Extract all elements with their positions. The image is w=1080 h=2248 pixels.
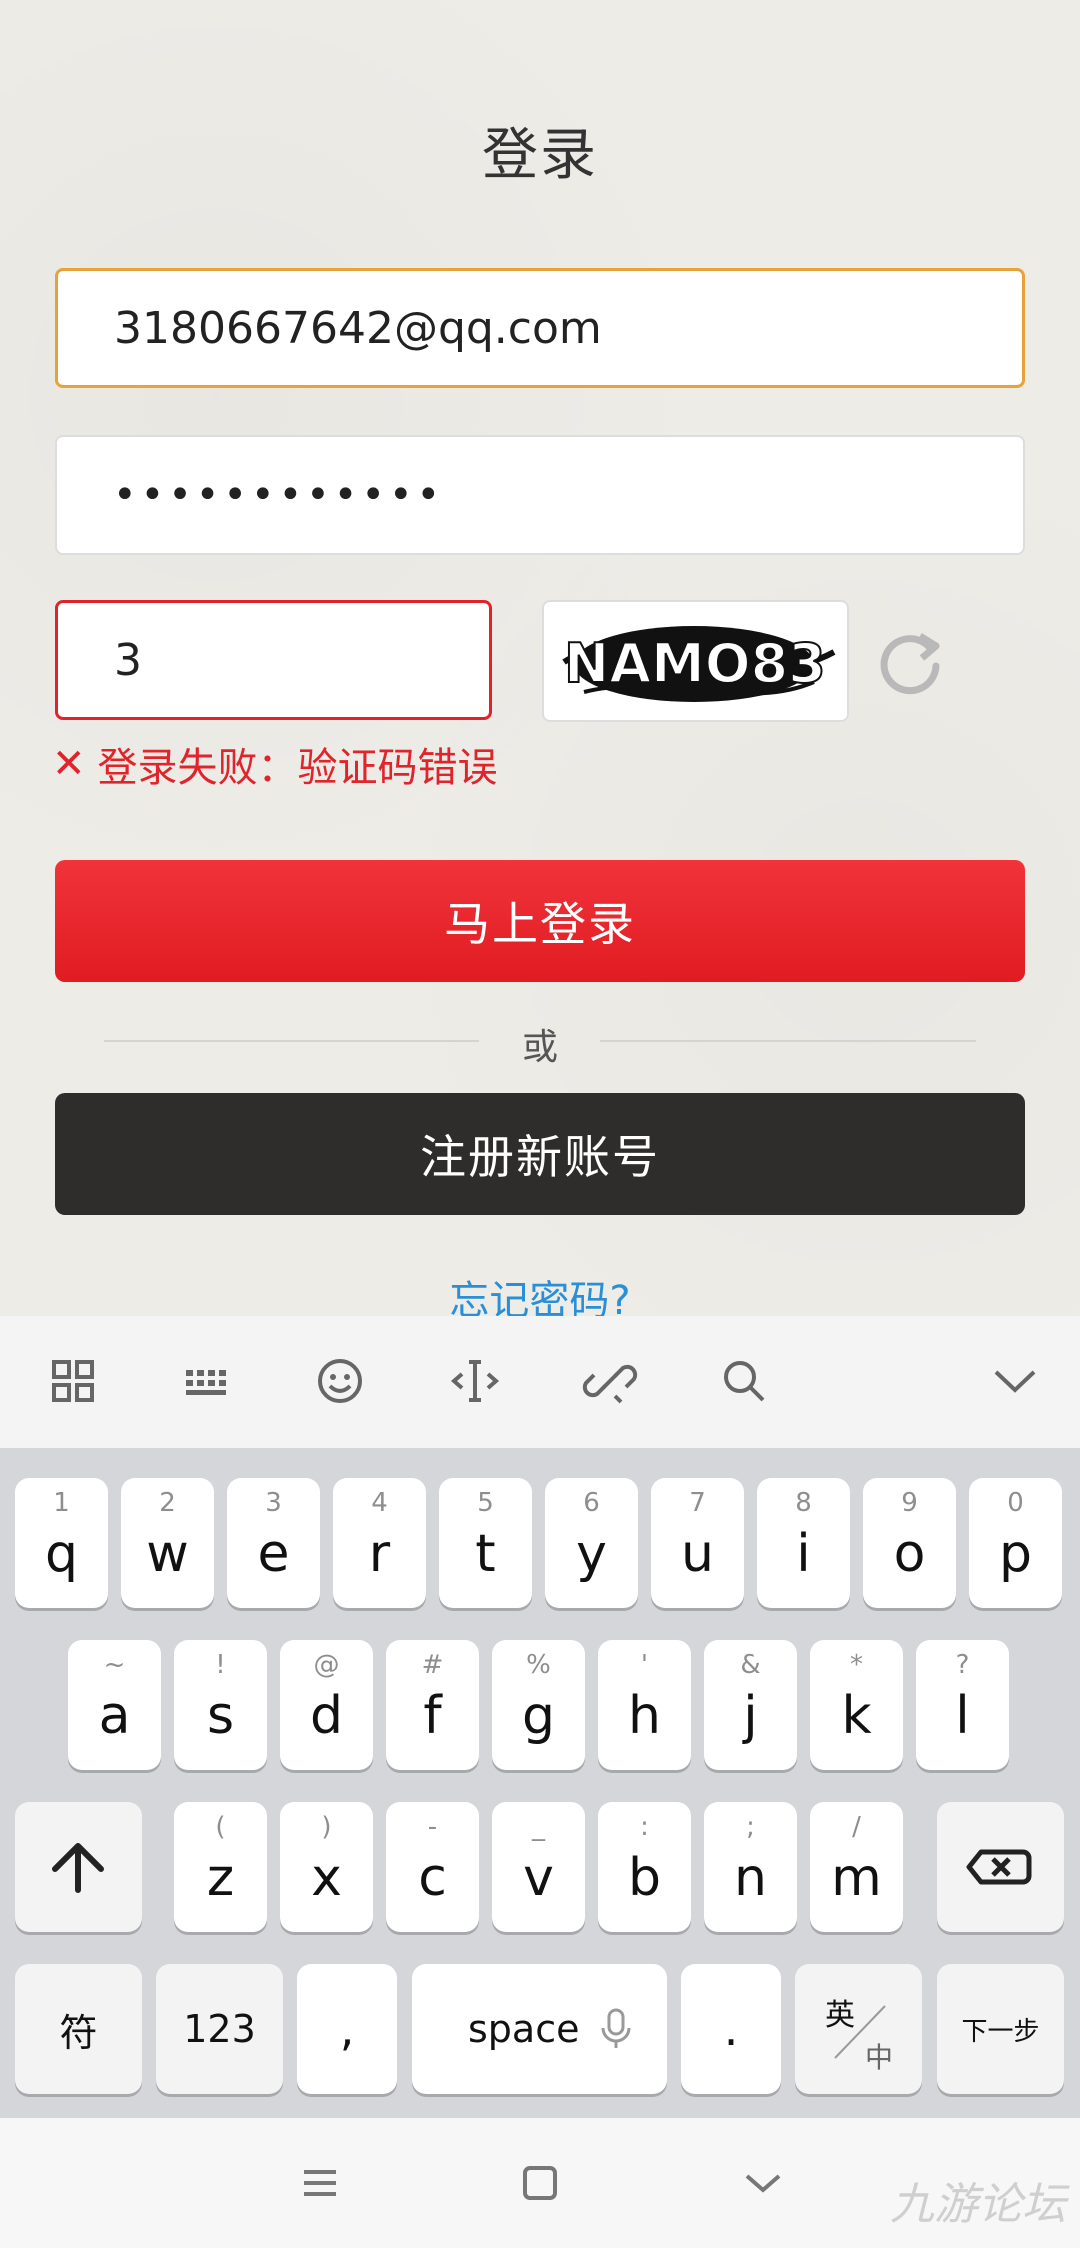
key-e[interactable]: 3e [227, 1478, 320, 1608]
refresh-captcha-icon[interactable] [870, 620, 950, 700]
keyboard: 1q 2w 3e 4r 5t 6y 7u 8i 9o 0p ~ a ! s @ d #… [0, 1448, 1080, 2118]
key-u[interactable]: 7u [651, 1478, 744, 1608]
space-key[interactable]: space [412, 1964, 667, 2094]
key-y[interactable]: 6y [545, 1478, 638, 1608]
email-field[interactable]: 3180667642@qq.com [55, 268, 1025, 388]
period-key[interactable]: . [681, 1964, 781, 2094]
divider-right [600, 1040, 976, 1042]
grid-icon[interactable] [38, 1346, 108, 1416]
key-j[interactable]: & j [704, 1640, 797, 1770]
error-text: 登录失败：验证码错误 [97, 745, 498, 791]
key-q[interactable]: 1q [15, 1478, 108, 1608]
page-title: 登录 [482, 123, 598, 188]
symbol-key[interactable]: 符 [15, 1964, 142, 2094]
key-k[interactable]: * k [810, 1640, 903, 1770]
svg-text:NAMO83: NAMO83 [564, 632, 826, 695]
menu-icon[interactable] [290, 2158, 350, 2212]
error-icon: ✕ [52, 741, 86, 787]
backspace-icon [966, 1849, 1032, 1885]
key-m[interactable]: / m [810, 1802, 903, 1932]
key-s[interactable]: ! s [174, 1640, 267, 1770]
captcha-value: 3 [114, 634, 142, 686]
keyboard-toolbar [0, 1316, 1080, 1448]
key-d[interactable]: @ d [280, 1640, 373, 1770]
comma-key[interactable]: , [297, 1964, 397, 2094]
key-z[interactable]: (z [174, 1802, 267, 1932]
key-v[interactable]: _ v [492, 1802, 585, 1932]
captcha-field[interactable]: 3 [55, 600, 492, 720]
collapse-keyboard-icon[interactable] [980, 1346, 1050, 1416]
back-icon[interactable] [733, 2156, 793, 2214]
key-n[interactable]: ; n [704, 1802, 797, 1932]
error-message: ✕ 登录失败：验证码错误 [52, 735, 498, 793]
key-b[interactable]: :b [598, 1802, 691, 1932]
key-i[interactable]: 8i [757, 1478, 850, 1608]
search-icon[interactable] [709, 1346, 779, 1416]
key-r[interactable]: 4r [333, 1478, 426, 1608]
key-p[interactable]: 0p [969, 1478, 1062, 1608]
emoji-icon[interactable] [305, 1346, 375, 1416]
key-g[interactable]: % g [492, 1640, 585, 1770]
key-l[interactable]: ? l [916, 1640, 1009, 1770]
cursor-icon[interactable] [440, 1346, 510, 1416]
shift-icon [52, 1843, 104, 1893]
shift-key[interactable] [15, 1802, 142, 1932]
number-key[interactable]: 123 [156, 1964, 283, 2094]
password-value: •••••••••••• [113, 472, 445, 518]
email-value: 3180667642@qq.com [114, 302, 602, 354]
login-button[interactable]: 马上登录 [55, 860, 1025, 982]
key-f[interactable]: # f [386, 1640, 479, 1770]
key-a[interactable]: ~ a [68, 1640, 161, 1770]
language-switch-key[interactable]: 英 中 [795, 1964, 922, 2094]
key-o[interactable]: 9o [863, 1478, 956, 1608]
register-button[interactable]: 注册新账号 [55, 1093, 1025, 1215]
clipboard-icon[interactable] [575, 1346, 645, 1416]
next-key[interactable]: 下一步 [937, 1964, 1064, 2094]
key-c[interactable]: -c [386, 1802, 479, 1932]
watermark-logo: 九游论坛 [890, 2179, 1066, 2230]
login-page: 登录 3180667642@qq.com •••••••••••• 3 NAMO… [0, 0, 1080, 1324]
key-h[interactable]: ' h [598, 1640, 691, 1770]
key-x[interactable]: ) x [280, 1802, 373, 1932]
or-text: 或 [521, 1027, 558, 1068]
keyboard-icon[interactable] [172, 1346, 242, 1416]
backspace-key[interactable] [937, 1802, 1064, 1932]
key-w[interactable]: 2w [121, 1478, 214, 1608]
captcha-image[interactable]: NAMO83 [542, 600, 849, 722]
microphone-icon [601, 2008, 631, 2048]
key-t[interactable]: 5t [439, 1478, 532, 1608]
home-icon[interactable] [510, 2156, 570, 2214]
password-field[interactable]: •••••••••••• [55, 435, 1025, 555]
